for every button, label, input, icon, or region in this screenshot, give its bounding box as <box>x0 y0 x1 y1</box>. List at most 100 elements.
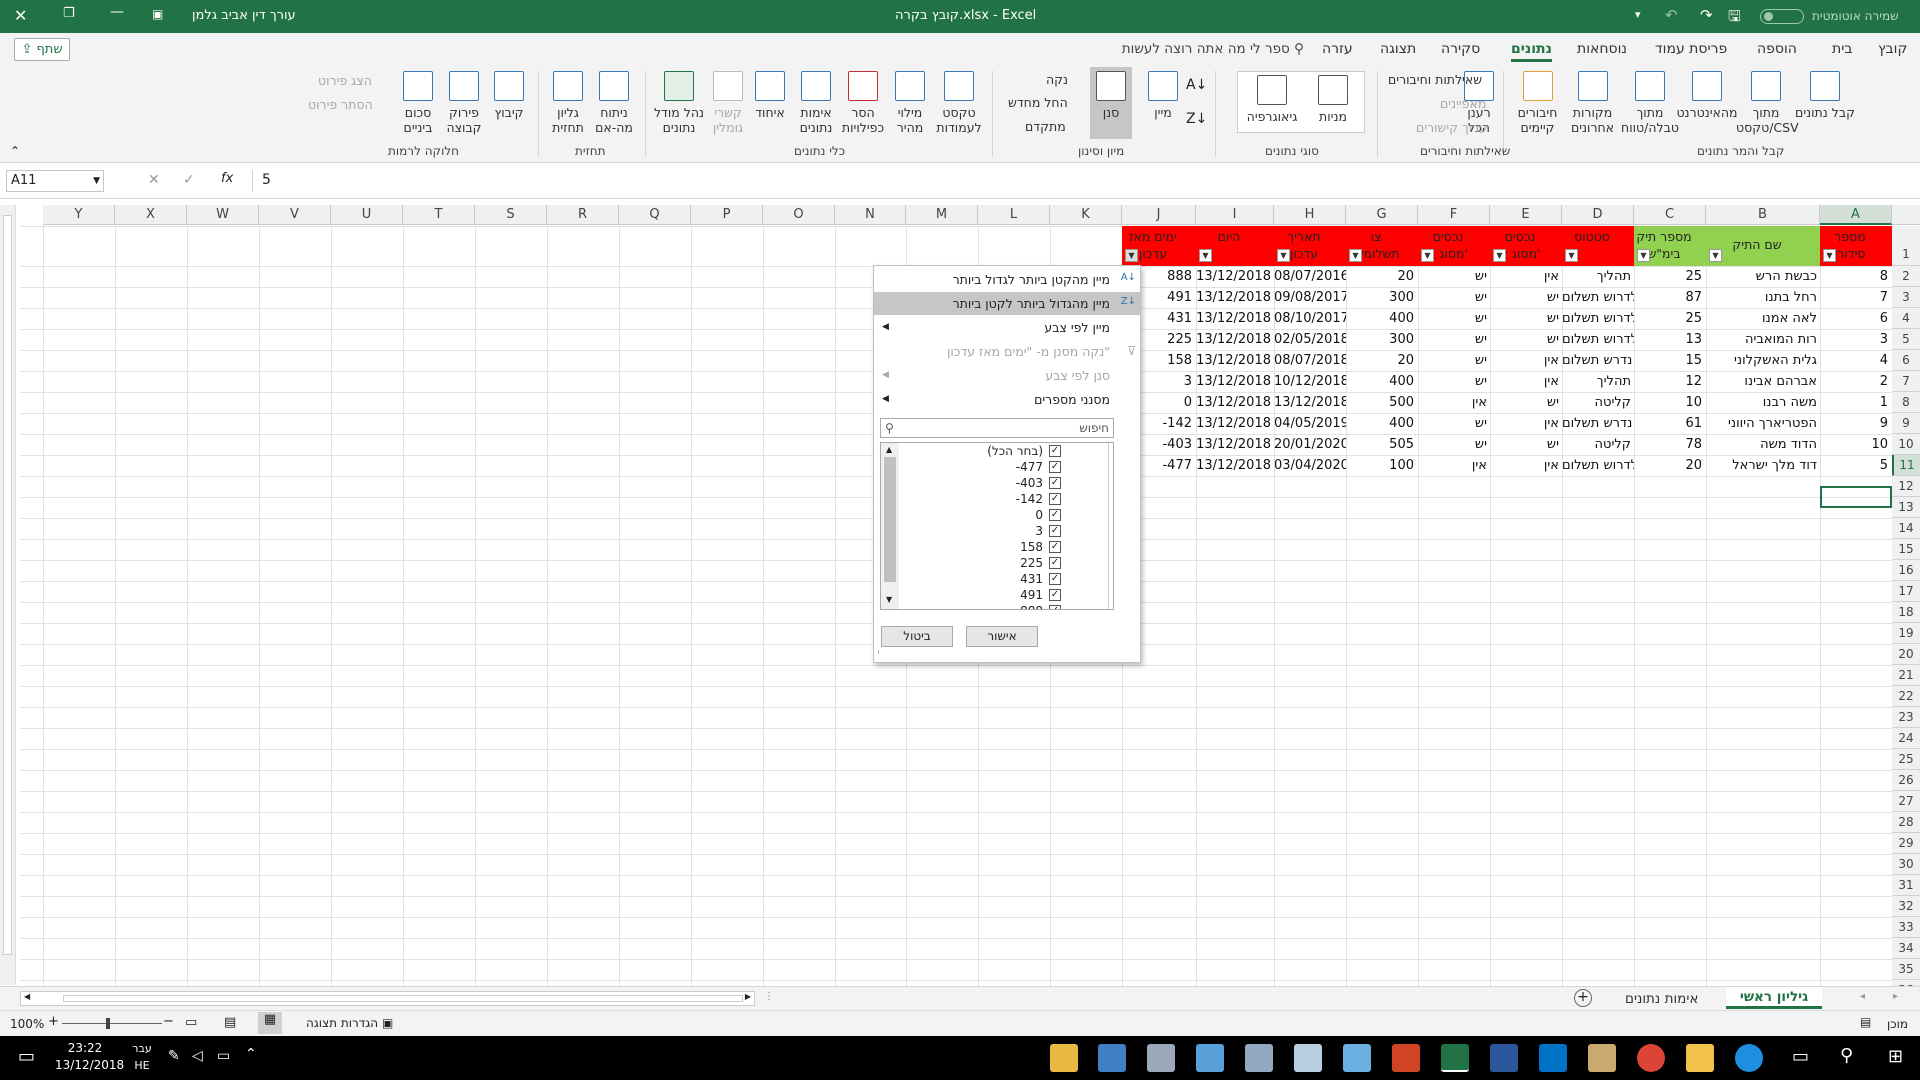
table-cell[interactable]: 400 <box>1346 413 1418 434</box>
name-box-dropdown-icon[interactable]: ▼ <box>93 171 100 191</box>
remove-duplicates-button[interactable]: הסר כפילויות <box>840 71 886 135</box>
row-header[interactable]: 9 <box>1892 413 1920 434</box>
table-cell[interactable]: 6 <box>1820 308 1892 329</box>
word-icon[interactable] <box>1490 1044 1518 1072</box>
filter-dropdown-button[interactable]: ▼ <box>1125 249 1138 262</box>
table-cell[interactable]: תהליך <box>1562 371 1634 392</box>
column-header-p[interactable]: P <box>691 205 763 225</box>
redo-icon[interactable]: ↷ <box>1700 6 1713 24</box>
table-cell[interactable]: 03/04/2020 <box>1274 455 1346 476</box>
clock[interactable]: 23:22 13/12/2018 <box>55 1040 124 1074</box>
table-cell[interactable]: 13/12/2018 <box>1196 371 1274 392</box>
table-cell[interactable]: 13/12/2018 <box>1274 392 1346 413</box>
checkbox[interactable]: ✓ <box>1049 605 1061 609</box>
notepad-icon[interactable] <box>1294 1044 1322 1072</box>
checkbox[interactable]: ✓ <box>1049 445 1061 457</box>
advanced-filter-button[interactable]: מתקדם <box>1025 119 1066 134</box>
table-cell[interactable]: 87 <box>1634 287 1706 308</box>
table-cell[interactable]: 08/07/2016 <box>1274 266 1346 287</box>
formula-input[interactable]: 5 <box>252 170 1914 192</box>
table-cell[interactable]: נדרש תשלום <box>1562 350 1634 371</box>
from-text-csv-cmd[interactable]: מתוך טקסט/CSV <box>1736 71 1799 135</box>
row-header[interactable]: 24 <box>1892 728 1920 749</box>
table-cell[interactable]: יש <box>1418 371 1490 392</box>
table-cell[interactable]: 8 <box>1820 266 1892 287</box>
table-cell[interactable]: 10/12/2018 <box>1274 371 1346 392</box>
language-indicator[interactable]: עבר HE <box>128 1040 156 1074</box>
table-cell[interactable]: לדרוש תשלום <box>1562 308 1634 329</box>
column-header-k[interactable]: K <box>1050 205 1122 225</box>
column-header-b[interactable]: B <box>1706 205 1820 225</box>
table-cell[interactable]: 505 <box>1346 434 1418 455</box>
checkbox[interactable]: ✓ <box>1049 461 1061 473</box>
list-scrollbar[interactable]: ▲ ▼ <box>881 443 899 609</box>
scroll-right-icon[interactable]: ▶ <box>745 992 751 1001</box>
table-cell[interactable]: 61 <box>1634 413 1706 434</box>
row-header[interactable]: 4 <box>1892 308 1920 329</box>
number-filters-item[interactable]: מסנני מספרים <box>874 388 1140 411</box>
hide-detail-button[interactable]: הסתר פירוט <box>308 97 373 112</box>
column-header-d[interactable]: D <box>1562 205 1634 225</box>
row-header[interactable]: 20 <box>1892 644 1920 665</box>
note-icon[interactable] <box>1343 1044 1371 1072</box>
undo-icon[interactable]: ↶ <box>1665 6 1678 24</box>
tab-formulas[interactable]: נוסחאות <box>1577 41 1627 57</box>
file-explorer-icon[interactable] <box>1686 1044 1714 1072</box>
zoom-slider[interactable] <box>62 1018 162 1029</box>
name-box[interactable]: A11 ▼ <box>6 170 104 192</box>
tab-help[interactable]: עזרה <box>1322 41 1353 57</box>
column-header-g[interactable]: G <box>1346 205 1418 225</box>
insert-function-icon[interactable]: fx <box>221 171 233 186</box>
sheet-nav-next-icon[interactable]: ◂ <box>1860 991 1865 1002</box>
table-cell[interactable]: יש <box>1418 329 1490 350</box>
row-header[interactable]: 14 <box>1892 518 1920 539</box>
table-cell[interactable]: אין <box>1490 350 1562 371</box>
manage-data-model-button[interactable]: נהל מודל נתונים <box>652 71 706 135</box>
pen-icon[interactable]: ✎ <box>168 1048 180 1064</box>
page-break-view-icon[interactable]: ▭ <box>185 1015 197 1030</box>
column-header-c[interactable]: C <box>1634 205 1706 225</box>
macro-record-icon[interactable]: ▤ <box>1860 1015 1871 1029</box>
share-button[interactable]: ⇪ שתף <box>14 38 70 61</box>
table-cell[interactable]: 20 <box>1634 455 1706 476</box>
table-cell[interactable]: יש <box>1490 329 1562 350</box>
table-cell[interactable]: אין <box>1490 413 1562 434</box>
column-header-m[interactable]: M <box>906 205 978 225</box>
table-cell[interactable]: 2 <box>1820 371 1892 392</box>
table-cell[interactable]: יש <box>1418 434 1490 455</box>
column-header-h[interactable]: H <box>1274 205 1346 225</box>
row-header[interactable]: 12 <box>1892 476 1920 497</box>
table-cell[interactable]: 400 <box>1346 371 1418 392</box>
table-cell[interactable]: יש <box>1490 287 1562 308</box>
photos-icon[interactable] <box>1098 1044 1126 1072</box>
table-cell[interactable]: 10 <box>1820 434 1892 455</box>
column-header-t[interactable]: T <box>403 205 475 225</box>
table-cell[interactable]: 100 <box>1346 455 1418 476</box>
existing-conn-button[interactable]: חיבורים קיימים <box>1510 71 1565 135</box>
table-cell[interactable]: 300 <box>1346 329 1418 350</box>
table-cell[interactable]: אברהם אבינו <box>1706 371 1820 392</box>
group-button[interactable]: קיבוץ <box>487 71 531 120</box>
row-header[interactable]: 25 <box>1892 749 1920 770</box>
scroll-left-icon[interactable]: ◀ <box>24 992 30 1001</box>
table-cell[interactable]: 09/08/2017 <box>1274 287 1346 308</box>
table-cell[interactable]: 13/12/2018 <box>1196 455 1274 476</box>
table-cell[interactable]: אין <box>1490 371 1562 392</box>
task-view-icon[interactable]: ▭ <box>1792 1046 1809 1067</box>
relationships-button[interactable]: קשרי גומלין <box>706 71 750 135</box>
row-header[interactable]: 35 <box>1892 959 1920 980</box>
queries-connections-button[interactable]: שאילתות וחיבורים <box>1388 72 1482 87</box>
column-header-f[interactable]: F <box>1418 205 1490 225</box>
network-icon[interactable]: ▭ <box>217 1048 230 1064</box>
tab-home[interactable]: בית <box>1832 41 1852 57</box>
notifications-icon[interactable]: ▭ <box>18 1046 35 1067</box>
column-header-n[interactable]: N <box>835 205 906 225</box>
stocks-button[interactable]: מניות <box>1308 75 1358 124</box>
row-header[interactable]: 17 <box>1892 581 1920 602</box>
value-list[interactable]: ▲ ▼ ✓ (בחר הכל) ✓ -477 ✓ -403 ✓ -142 ✓ 0 ✓ 3 ✓ 158 ✓ 225… <box>880 442 1114 610</box>
chrome-icon[interactable] <box>1637 1044 1665 1072</box>
row-header[interactable]: 19 <box>1892 623 1920 644</box>
tell-me-box[interactable]: ספר לי מה אתה רוצה לעשות ⚲ <box>1086 41 1304 57</box>
mail-icon[interactable] <box>1245 1044 1273 1072</box>
row-header[interactable]: 29 <box>1892 833 1920 854</box>
